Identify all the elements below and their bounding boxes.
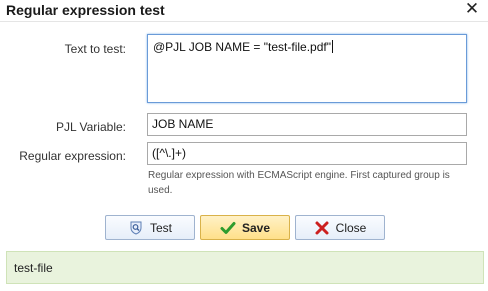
- dialog-title: Regular expression test: [6, 2, 165, 18]
- close-button[interactable]: Close: [295, 215, 385, 240]
- save-button[interactable]: Save: [200, 215, 290, 240]
- pjl-variable-input[interactable]: JOB NAME: [147, 113, 467, 136]
- x-icon: [315, 221, 329, 234]
- checkmark-icon: [220, 221, 236, 234]
- text-to-test-label: Text to test:: [64, 42, 126, 56]
- text-to-test-textarea[interactable]: @PJL JOB NAME = "test-file.pdf": [147, 34, 467, 103]
- text-to-test-value: @PJL JOB NAME = "test-file.pdf": [153, 40, 331, 54]
- result-panel: test-file: [6, 251, 484, 284]
- result-text: test-file: [14, 261, 53, 275]
- regular-expression-hint: Regular expression with ECMAScript engin…: [148, 170, 450, 196]
- pjl-variable-label: PJL Variable:: [55, 120, 126, 134]
- close-button-label: Close: [335, 220, 367, 235]
- regular-expression-input[interactable]: ([^\.]+): [147, 142, 467, 165]
- regular-expression-label: Regular expression:: [19, 149, 126, 163]
- close-icon[interactable]: ✕: [464, 0, 480, 19]
- test-button-label: Test: [149, 220, 172, 235]
- text-caret: [331, 40, 333, 53]
- title-bar: Regular expression test ✕: [0, 0, 488, 22]
- test-icon: [130, 221, 142, 235]
- test-button[interactable]: Test: [105, 215, 195, 240]
- save-button-label: Save: [241, 220, 271, 235]
